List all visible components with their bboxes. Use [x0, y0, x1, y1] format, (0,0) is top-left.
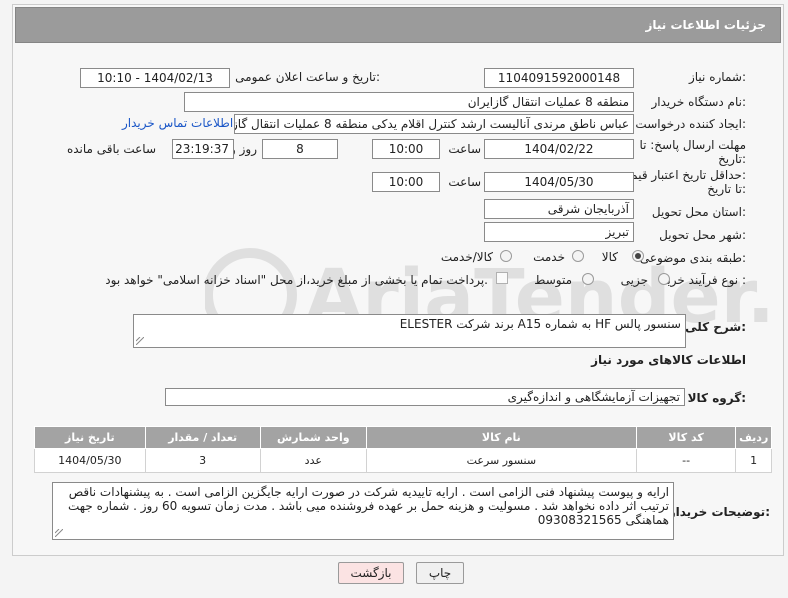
buyer-notes-text: ارایه و پیوست پیشنهاد فنی الزامی است . ا…	[68, 485, 669, 527]
process-note: پرداخت تمام یا بخشی از مبلغ خرید،از محل …	[105, 273, 488, 287]
page-header: جزئیات اطلاعات نیاز	[15, 7, 781, 43]
remaining-time-field[interactable]: 23:19:37	[172, 139, 234, 159]
city-field[interactable]: تبریز	[484, 222, 634, 242]
creator-field[interactable]: عباس ناطق مرندی آنالیست ارشد کنترل اقلام…	[234, 114, 634, 134]
description-text: سنسور پالس HF به شماره A15 برند شرکت ELE…	[399, 317, 681, 331]
category-radio-goods[interactable]	[632, 250, 644, 262]
col-name: نام کالا	[365, 426, 637, 449]
cell-date: 1404/05/30	[34, 448, 146, 473]
deadline-label-date: تاریخ:	[718, 152, 746, 166]
deadline-time-label: ساعت	[448, 142, 481, 156]
buyer-notes-field[interactable]: ارایه و پیوست پیشنهاد فنی الزامی است . ا…	[52, 482, 674, 540]
cell-row: 1	[735, 448, 772, 473]
goods-table-header: ردیف کد کالا نام کالا واحد شمارش تعداد /…	[34, 426, 772, 449]
need-number-label: شماره نیاز:	[688, 70, 746, 84]
goods-section-title: اطلاعات کالاهای مورد نیاز	[591, 353, 746, 367]
buyer-org-label: نام دستگاه خریدار:	[651, 95, 747, 109]
buyer-notes-label: توضیحات خریدار:	[668, 505, 770, 519]
treasury-checkbox[interactable]	[496, 272, 508, 284]
buyer-contact-link[interactable]: اطلاعات تماس خریدار	[122, 116, 233, 130]
col-code: کد کالا	[635, 426, 737, 449]
goods-group-field[interactable]: تجهیزات آزمایشگاهی و اندازه‌گیری	[165, 388, 685, 406]
announce-label: تاریخ و ساعت اعلان عمومی:	[235, 70, 380, 84]
day-label: روز و	[230, 142, 257, 156]
print-button[interactable]: چاپ	[416, 562, 464, 584]
category-option-service: خدمت	[533, 250, 565, 264]
day-count-field[interactable]: 8	[262, 139, 338, 159]
process-radio-medium[interactable]	[582, 273, 594, 285]
category-radio-service[interactable]	[572, 250, 584, 262]
col-row: ردیف	[735, 426, 772, 449]
process-radio-minor[interactable]	[658, 273, 670, 285]
buyer-org-field[interactable]: منطقه 8 عملیات انتقال گازایران	[184, 92, 634, 112]
deadline-date-field[interactable]: 1404/02/22	[484, 139, 634, 159]
goods-group-label: گروه کالا:	[687, 391, 746, 405]
category-label: طبقه بندی موضوعی:	[639, 251, 746, 265]
creator-label: ایجاد کننده درخواست:	[635, 117, 746, 131]
validity-time-label: ساعت	[448, 175, 481, 189]
process-option-minor: جزیی	[620, 273, 648, 287]
remaining-label: ساعت باقی مانده	[66, 142, 156, 156]
validity-time-field[interactable]: 10:00	[372, 172, 440, 192]
process-option-medium: متوسط	[534, 273, 572, 287]
cell-qty: 3	[144, 448, 261, 473]
category-option-goods: کالا	[601, 250, 618, 264]
resize-handle-icon[interactable]	[55, 529, 63, 537]
description-field[interactable]: سنسور پالس HF به شماره A15 برند شرکت ELE…	[133, 314, 686, 348]
deadline-time-field[interactable]: 10:00	[372, 139, 440, 159]
validity-date-field[interactable]: 1404/05/30	[484, 172, 634, 192]
need-number-field[interactable]: 1104091592000148	[484, 68, 634, 88]
cell-name: سنسور سرعت	[365, 448, 637, 473]
back-button[interactable]: بازگشت	[338, 562, 404, 584]
process-label: نوع فرآیند خرید :	[661, 273, 746, 287]
announce-field[interactable]: 1404/02/13 - 10:10	[80, 68, 230, 88]
table-row[interactable]: 1 -- سنسور سرعت عدد 3 1404/05/30	[34, 448, 772, 473]
province-label: استان محل تحویل:	[651, 205, 746, 219]
province-field[interactable]: آذربایجان شرقی	[484, 199, 634, 219]
cell-code: --	[635, 448, 737, 473]
resize-handle-icon[interactable]	[136, 337, 144, 345]
city-label: شهر محل تحویل:	[659, 228, 746, 242]
col-qty: تعداد / مقدار	[144, 426, 261, 449]
col-date: تاریخ نیاز	[34, 426, 146, 449]
category-option-both: کالا/خدمت	[440, 250, 493, 264]
validity-label: حداقل تاریخ اعتبار قیمت:	[619, 168, 746, 182]
deadline-label: مهلت ارسال پاسخ: تا	[639, 138, 746, 152]
validity-label-date: تا تاریخ:	[707, 182, 746, 196]
col-unit: واحد شمارش	[259, 426, 367, 449]
category-radio-both[interactable]	[500, 250, 512, 262]
page-title: جزئیات اطلاعات نیاز	[645, 18, 766, 32]
cell-unit: عدد	[259, 448, 367, 473]
goods-table: ردیف کد کالا نام کالا واحد شمارش تعداد /…	[34, 426, 772, 473]
